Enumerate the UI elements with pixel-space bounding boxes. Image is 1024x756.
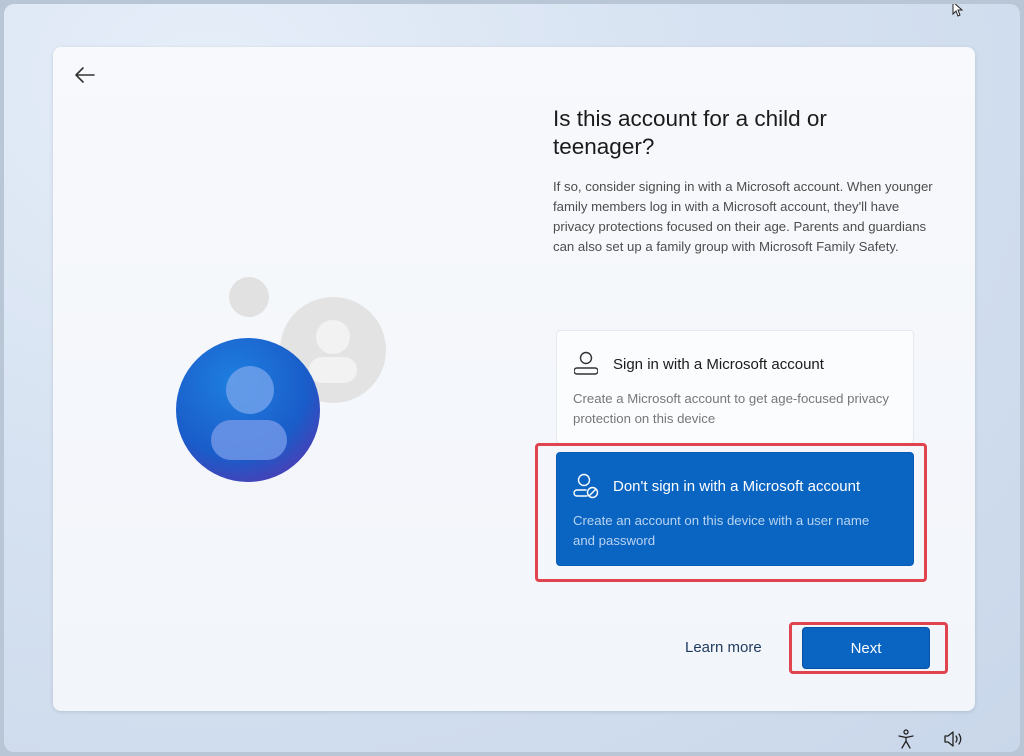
option-subtitle: Create a Microsoft account to get age-fo… [573, 391, 889, 426]
option-dont-sign-in-microsoft[interactable]: Don't sign in with a Microsoft account C… [556, 452, 914, 566]
person-icon [574, 351, 598, 375]
volume-button[interactable] [940, 726, 968, 752]
learn-more-link[interactable]: Learn more [685, 639, 762, 656]
back-button[interactable] [67, 61, 103, 89]
accessibility-button[interactable] [893, 726, 919, 752]
setup-card: Is this account for a child or teenager?… [53, 47, 975, 711]
volume-icon [944, 731, 962, 747]
option-title: Sign in with a Microsoft account [613, 355, 824, 373]
accounts-illustration [176, 277, 386, 482]
option-subtitle: Create an account on this device with a … [573, 513, 870, 548]
mouse-cursor-icon [952, 4, 964, 17]
option-sign-in-microsoft[interactable]: Sign in with a Microsoft account Create … [556, 330, 914, 444]
page-title: Is this account for a child or teenager? [553, 106, 827, 159]
back-arrow-icon [75, 67, 95, 83]
person-blocked-icon [573, 473, 599, 499]
next-button[interactable]: Next [802, 627, 930, 669]
accessibility-icon [898, 729, 914, 749]
page-description: If so, consider signing in with a Micros… [553, 179, 933, 254]
option-title: Don't sign in with a Microsoft account [613, 477, 861, 495]
